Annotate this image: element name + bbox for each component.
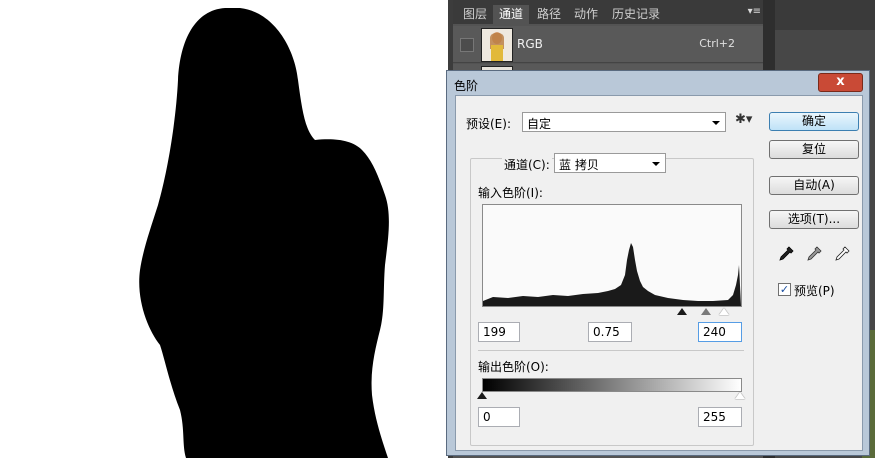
channel-name: RGB: [517, 37, 543, 51]
preset-select[interactable]: 自定: [522, 112, 726, 132]
ok-button[interactable]: 确定: [769, 112, 859, 131]
close-button[interactable]: x: [818, 73, 863, 92]
gear-icon[interactable]: ✱▾: [735, 112, 752, 127]
divider: [478, 350, 744, 351]
preview-label: 预览(P): [794, 284, 835, 298]
input-gamma-field[interactable]: 0.75: [588, 322, 632, 342]
silhouette-image: [139, 8, 389, 458]
tab-layers[interactable]: 图层: [457, 5, 493, 24]
channel-value: 蓝 拷贝: [559, 158, 599, 172]
panel-tab-bar: 图层 通道 路径 动作 历史记录 ▾≡: [453, 0, 763, 24]
channel-row-rgb[interactable]: RGB Ctrl+2: [453, 26, 763, 63]
tab-history[interactable]: 历史记录: [606, 5, 666, 24]
chevron-down-icon: [712, 121, 720, 125]
reset-button[interactable]: 复位: [769, 140, 859, 159]
tab-actions[interactable]: 动作: [568, 5, 604, 24]
auto-button[interactable]: 自动(A): [769, 176, 859, 195]
output-gradient-bar: [482, 378, 742, 392]
white-eyedropper-icon[interactable]: [834, 246, 850, 262]
levels-dialog: 色阶 x 预设(E): 自定 ✱▾ 通道(C): 蓝 拷贝 输入色阶(I): 1…: [446, 70, 870, 456]
input-white-field[interactable]: 240: [698, 322, 742, 342]
input-white-slider[interactable]: [719, 308, 729, 315]
preset-label: 预设(E):: [466, 117, 511, 131]
gray-eyedropper-icon[interactable]: [806, 246, 822, 262]
preset-value: 自定: [527, 117, 552, 131]
workspace-top-bar: [775, 0, 875, 30]
histogram-graph: [483, 243, 741, 306]
dialog-title: 色阶: [454, 79, 479, 93]
histogram: [482, 204, 742, 307]
tab-paths[interactable]: 路径: [531, 5, 567, 24]
output-white-field[interactable]: 255: [698, 407, 742, 427]
input-black-slider[interactable]: [677, 308, 687, 315]
output-black-field[interactable]: 0: [478, 407, 520, 427]
input-black-field[interactable]: 199: [478, 322, 520, 342]
preview-checkbox[interactable]: ✓: [778, 283, 791, 296]
black-eyedropper-icon[interactable]: [778, 246, 794, 262]
input-levels-label: 输入色阶(I):: [478, 186, 543, 200]
output-black-slider[interactable]: [477, 392, 487, 399]
channel-thumbnail: [481, 28, 513, 62]
chevron-down-icon: [652, 162, 660, 166]
document-canvas[interactable]: [0, 0, 448, 458]
output-white-slider[interactable]: [735, 392, 745, 399]
visibility-toggle[interactable]: [460, 38, 474, 52]
options-button[interactable]: 选项(T)...: [769, 210, 859, 229]
input-gamma-slider[interactable]: [701, 308, 711, 315]
dialog-body: 预设(E): 自定 ✱▾ 通道(C): 蓝 拷贝 输入色阶(I): 199 0.…: [455, 95, 863, 451]
channel-select[interactable]: 蓝 拷贝: [554, 153, 666, 173]
output-levels-label: 输出色阶(O):: [478, 360, 549, 374]
tab-channels[interactable]: 通道: [493, 5, 530, 24]
channel-label: 通道(C):: [502, 156, 552, 173]
panel-menu-icon[interactable]: ▾≡: [748, 6, 761, 17]
channel-shortcut: Ctrl+2: [699, 37, 735, 50]
